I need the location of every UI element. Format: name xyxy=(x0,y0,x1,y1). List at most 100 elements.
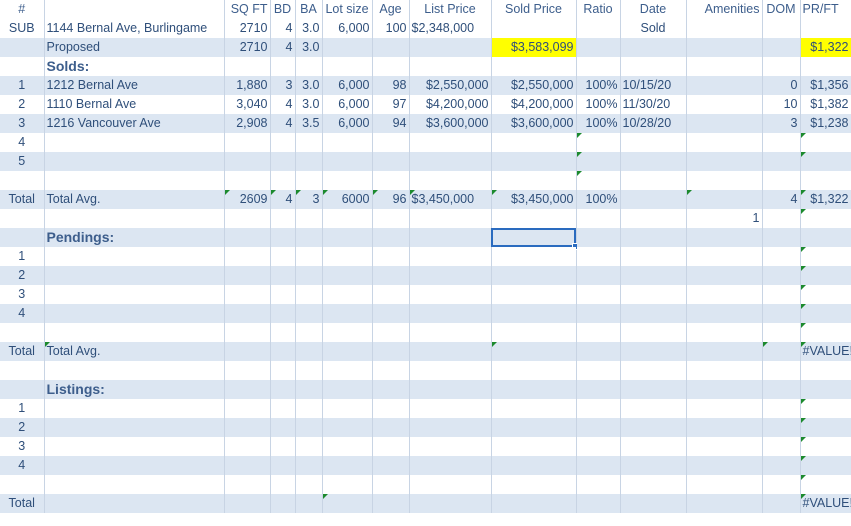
sold-bd[interactable]: 4 xyxy=(270,114,296,133)
listings-total-prft[interactable]: #VALUE! xyxy=(800,494,851,513)
header-date[interactable]: Date xyxy=(620,0,687,19)
proposed-label[interactable]: Proposed xyxy=(44,38,225,57)
subject-dom[interactable] xyxy=(762,19,801,38)
listing-num[interactable]: 3 xyxy=(0,437,45,456)
total-lot[interactable]: 6000 xyxy=(322,190,373,209)
sold-lot[interactable]: 6,000 xyxy=(322,95,373,114)
total-bd[interactable]: 4 xyxy=(270,190,296,209)
subject-amenities[interactable] xyxy=(686,19,763,38)
listing-num[interactable]: 2 xyxy=(0,418,45,437)
sold-sqft[interactable]: 1,880 xyxy=(224,76,271,95)
sold-address[interactable]: 1216 Vancouver Ave xyxy=(44,114,225,133)
header-prft[interactable]: PR/FT xyxy=(800,0,851,19)
sold-list[interactable]: $2,550,000 xyxy=(409,76,492,95)
total-list[interactable]: $3,450,000 xyxy=(409,190,492,209)
sold-ratio[interactable]: 100% xyxy=(576,95,621,114)
header-dom[interactable]: DOM xyxy=(762,0,801,19)
subject-bd[interactable]: 4 xyxy=(270,19,296,38)
sold-sold-price[interactable]: $2,550,000 xyxy=(491,76,577,95)
pendings-total-num[interactable]: Total xyxy=(0,342,45,361)
subject-ratio[interactable] xyxy=(576,19,621,38)
sold-address[interactable]: 1212 Bernal Ave xyxy=(44,76,225,95)
pending-num[interactable]: 3 xyxy=(0,285,45,304)
sold-ratio[interactable]: 100% xyxy=(576,76,621,95)
header-sqft[interactable]: SQ FT xyxy=(224,0,271,19)
proposed-sqft[interactable]: 2710 xyxy=(224,38,271,57)
subject-num[interactable]: SUB xyxy=(0,19,45,38)
sold-address[interactable]: 1110 Bernal Ave xyxy=(44,95,225,114)
subject-ba[interactable]: 3.0 xyxy=(295,19,323,38)
header-sold-price[interactable]: Sold Price xyxy=(491,0,577,19)
subject-lot[interactable]: 6,000 xyxy=(322,19,373,38)
sold-num[interactable]: 1 xyxy=(0,76,45,95)
header-amenities[interactable]: Amenities xyxy=(686,0,763,19)
sold-num[interactable]: 3 xyxy=(0,114,45,133)
pending-num[interactable]: 2 xyxy=(0,266,45,285)
sold-dom[interactable]: 0 xyxy=(762,76,801,95)
sold-sqft[interactable]: 2,908 xyxy=(224,114,271,133)
header-ba[interactable]: BA xyxy=(295,0,323,19)
listings-total-num[interactable]: Total xyxy=(0,494,45,513)
sold-ba[interactable]: 3.5 xyxy=(295,114,323,133)
total-ratio[interactable]: 100% xyxy=(576,190,621,209)
sold-sold-price[interactable]: $3,600,000 xyxy=(491,114,577,133)
header-age[interactable]: Age xyxy=(372,0,410,19)
total-prft[interactable]: $1,322 xyxy=(800,190,851,209)
proposed-prft[interactable]: $1,322 xyxy=(800,38,851,57)
subject-address[interactable]: 1144 Bernal Ave, Burlingame xyxy=(44,19,225,38)
sold-bd[interactable]: 3 xyxy=(270,76,296,95)
total-label[interactable]: Total Avg. xyxy=(44,190,225,209)
pending-num[interactable]: 4 xyxy=(0,304,45,323)
header-ratio[interactable]: Ratio xyxy=(576,0,621,19)
sold-date[interactable]: 10/15/20 xyxy=(620,76,687,95)
subject-date[interactable]: Sold xyxy=(620,19,687,38)
sold-ba[interactable]: 3.0 xyxy=(295,76,323,95)
total-sold[interactable]: $3,450,000 xyxy=(491,190,577,209)
total-age[interactable]: 96 xyxy=(372,190,410,209)
sold-sqft[interactable]: 3,040 xyxy=(224,95,271,114)
sold-date[interactable]: 11/30/20 xyxy=(620,95,687,114)
sold-prft[interactable]: $1,382 xyxy=(800,95,851,114)
sold-ratio[interactable]: 100% xyxy=(576,114,621,133)
sold-ba[interactable]: 3.0 xyxy=(295,95,323,114)
selected-cell[interactable] xyxy=(491,228,578,250)
sold-num[interactable]: 4 xyxy=(0,133,45,152)
header-lot[interactable]: Lot size xyxy=(322,0,373,19)
total-dom[interactable]: 4 xyxy=(762,190,801,209)
sold-age[interactable]: 98 xyxy=(372,76,410,95)
header-address[interactable] xyxy=(44,0,225,19)
pendings-total-prft[interactable]: #VALUE! xyxy=(800,342,851,361)
listing-num[interactable]: 4 xyxy=(0,456,45,475)
sold-list[interactable]: $4,200,000 xyxy=(409,95,492,114)
proposed-bd[interactable]: 4 xyxy=(270,38,296,57)
sold-dom[interactable]: 10 xyxy=(762,95,801,114)
sold-age[interactable]: 97 xyxy=(372,95,410,114)
pending-num[interactable]: 1 xyxy=(0,247,45,266)
header-list-price[interactable]: List Price xyxy=(409,0,492,19)
extra-count[interactable]: 1 xyxy=(686,209,763,228)
sold-prft[interactable]: $1,238 xyxy=(800,114,851,133)
pendings-total-label[interactable]: Total Avg. xyxy=(44,342,225,361)
proposed-sold[interactable]: $3,583,099 xyxy=(491,38,577,57)
sold-num[interactable]: 5 xyxy=(0,152,45,171)
sold-sold-price[interactable]: $4,200,000 xyxy=(491,95,577,114)
header-num[interactable]: # xyxy=(0,0,45,19)
sold-lot[interactable]: 6,000 xyxy=(322,114,373,133)
sold-lot[interactable]: 6,000 xyxy=(322,76,373,95)
sold-num[interactable]: 2 xyxy=(0,95,45,114)
listing-num[interactable]: 1 xyxy=(0,399,45,418)
sold-bd[interactable]: 4 xyxy=(270,95,296,114)
proposed-ba[interactable]: 3.0 xyxy=(295,38,323,57)
subject-sqft[interactable]: 2710 xyxy=(224,19,271,38)
subject-sold[interactable] xyxy=(491,19,577,38)
sold-list[interactable]: $3,600,000 xyxy=(409,114,492,133)
total-num[interactable]: Total xyxy=(0,190,45,209)
sold-date[interactable]: 10/28/20 xyxy=(620,114,687,133)
total-ba[interactable]: 3 xyxy=(295,190,323,209)
subject-age[interactable]: 100 xyxy=(372,19,410,38)
subject-prft[interactable] xyxy=(800,19,851,38)
total-sqft[interactable]: 2609 xyxy=(224,190,271,209)
sold-age[interactable]: 94 xyxy=(372,114,410,133)
proposed-num[interactable] xyxy=(0,38,45,57)
sold-dom[interactable]: 3 xyxy=(762,114,801,133)
